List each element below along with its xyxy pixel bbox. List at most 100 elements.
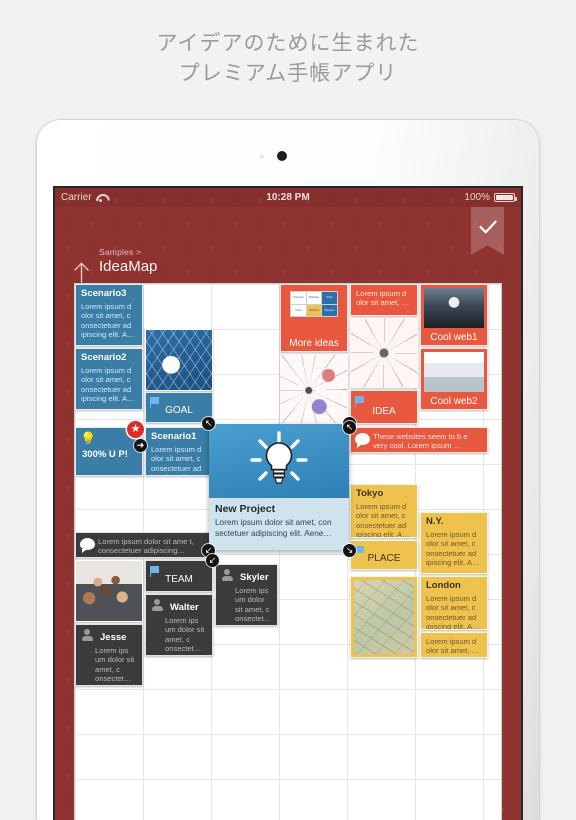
- matrix-cell: Matches: [306, 291, 322, 304]
- card-body: Lorem ipsum d olor sit amet, …: [356, 289, 410, 308]
- matrix-cell: Price: [322, 291, 337, 304]
- front-camera-icon: [277, 151, 287, 161]
- lightbulb-icon: [250, 431, 308, 484]
- card-soccer-image[interactable]: [145, 329, 213, 391]
- device-screen: ✿ ✿ ✿ ✿ ✿ ✿ ✿ ✿ ✿ ✿ Carrier 10:28 PM 100…: [55, 188, 521, 820]
- card-label: GOAL: [165, 405, 193, 416]
- card-yellow-note[interactable]: Lorem ipsum d olor sit amet, …: [420, 632, 488, 658]
- link-arrow-handle[interactable]: ➜: [134, 439, 147, 452]
- soccer-ball-image: [146, 330, 212, 390]
- resize-handle-tl[interactable]: ↖: [202, 417, 215, 430]
- card-jesse[interactable]: Jesse Lorem ips um dolor sit amet, c ons…: [75, 624, 143, 686]
- card-body: Lorem ips um dolor sit amet, c onsectet…: [95, 645, 135, 684]
- card-walter[interactable]: Walter Lorem ips um dolor sit amet, c on…: [145, 594, 213, 656]
- card-red-note[interactable]: Lorem ipsum d olor sit amet, …: [350, 284, 418, 316]
- team-photo-image: [76, 561, 142, 621]
- battery-icon: [494, 193, 517, 202]
- card-title: Scenario3: [81, 288, 127, 299]
- matrix-cell: Matches: [306, 304, 322, 317]
- card-skyler[interactable]: Skyler Lorem ips um dolor sit amet, c on…: [215, 564, 278, 626]
- card-idea[interactable]: IDEA: [350, 390, 418, 424]
- promo-headline: アイデアのために生まれた プレミアム手帳アプリ: [0, 0, 576, 118]
- matrix-cell: Payment: [291, 291, 306, 304]
- card-title: Scenario2: [81, 352, 127, 363]
- card-comment-red[interactable]: These websites seem to b e very cool. Lo…: [350, 427, 488, 453]
- card-body: These websites seem to b e very cool. Lo…: [373, 432, 468, 451]
- up-arrow-icon[interactable]: [73, 261, 90, 283]
- breadcrumb: Samples > IdeaMap: [73, 247, 158, 283]
- status-bar: Carrier 10:28 PM 100%: [55, 188, 521, 207]
- comment-bubble-icon: [80, 538, 95, 553]
- mind-map-image: [351, 319, 417, 387]
- card-title: Tokyo: [356, 488, 384, 499]
- card-label: 300% U P!: [82, 449, 128, 460]
- card-london[interactable]: London Lorem ipsum d olor sit amet, c on…: [420, 576, 488, 630]
- mac-website-screenshot: [424, 288, 484, 328]
- star-badge[interactable]: ★: [127, 421, 144, 438]
- card-team[interactable]: TEAM: [145, 560, 213, 592]
- card-rome-map[interactable]: [350, 576, 418, 658]
- card-title: London: [426, 580, 461, 591]
- card-body: Lorem ips um dolor sit amet, c onsectet…: [165, 615, 205, 654]
- new-project-surface: New Project Lorem ipsum dolor sit amet, …: [209, 424, 349, 550]
- person-icon: [81, 629, 93, 641]
- status-bar-right: 100%: [464, 192, 517, 203]
- card-title: New Project: [215, 503, 276, 515]
- card-title: N.Y.: [426, 516, 444, 527]
- card-scenario2[interactable]: Scenario2 Lorem ipsum d olor sit amet, c…: [75, 348, 143, 410]
- ipad-device-frame: ✿ ✿ ✿ ✿ ✿ ✿ ✿ ✿ ✿ ✿ Carrier 10:28 PM 100…: [37, 120, 539, 820]
- card-body: Lorem ipsum dolor sit ame t, consectetue…: [98, 537, 194, 556]
- card-body: Lorem ipsum d olor sit amet, c onsectetu…: [81, 365, 135, 404]
- card-cool-web2[interactable]: Cool web2: [420, 348, 488, 410]
- battery-percent-label: 100%: [464, 192, 490, 203]
- card-scenario3[interactable]: Scenario3 Lorem ipsum d olor sit amet, c…: [75, 284, 143, 346]
- card-body: Lorem ipsum d olor sit amet, …: [426, 637, 480, 656]
- ambient-sensor-icon: [259, 154, 264, 159]
- card-label: PLACE: [367, 553, 401, 564]
- matrix-cell: Payment: [322, 304, 337, 317]
- card-title: Skyler: [240, 572, 269, 583]
- matrix-grid: Payment Matches Price Price Matches Paym…: [290, 290, 338, 318]
- card-label: TEAM: [165, 574, 193, 585]
- card-scenario1[interactable]: Scenario1 Lorem ipsum d olor sit amet, c…: [145, 427, 213, 476]
- card-label: IDEA: [372, 406, 396, 417]
- lightbulb-image: [209, 424, 349, 498]
- promo-line-2: プレミアム手帳アプリ: [178, 62, 398, 85]
- card-body: Lorem ipsum d olor sit amet, c onsectetu…: [81, 301, 135, 340]
- new-project-text: New Project Lorem ipsum dolor sit amet, …: [209, 498, 349, 550]
- person-icon: [151, 599, 163, 611]
- comment-bubble-icon: [355, 433, 370, 448]
- card-body: Lorem ipsum d olor sit amet, c onsectetu…: [426, 593, 480, 630]
- card-title: Scenario1: [151, 431, 197, 442]
- card-label: Cool web1: [430, 332, 478, 343]
- person-icon: [221, 569, 233, 581]
- mind-map-image: [281, 355, 347, 423]
- card-tokyo[interactable]: Tokyo Lorem ipsum d olor sit amet, c ons…: [350, 484, 418, 538]
- card-body: Lorem ipsum d olor sit amet, c onsectetu…: [356, 501, 410, 538]
- card-comment-dark[interactable]: Lorem ipsum dolor sit ame t, consectetue…: [75, 532, 213, 558]
- matrix-cell: Price: [291, 304, 306, 317]
- card-body: Lorem ipsum d olor sit amet, c onsectetu…: [426, 529, 480, 568]
- card-label: Cool web2: [430, 396, 478, 407]
- card-ny[interactable]: N.Y. Lorem ipsum d olor sit amet, c onse…: [420, 512, 488, 574]
- checkmark-icon: [478, 220, 497, 234]
- status-bar-time: 10:28 PM: [266, 192, 310, 203]
- card-place[interactable]: PLACE: [350, 540, 418, 570]
- card-body: Lorem ips um dolor sit amet, c onsectet…: [235, 585, 272, 624]
- card-body: Lorem ipsum d olor sit amet, c onsectetu…: [151, 444, 205, 475]
- breadcrumb-parent[interactable]: Samples >: [99, 247, 157, 257]
- card-team-photo[interactable]: [75, 560, 143, 622]
- card-mindmap-large[interactable]: [350, 318, 418, 388]
- resize-handle-br[interactable]: ↙: [206, 554, 219, 567]
- card-title: Jesse: [100, 632, 127, 643]
- card-more-ideas[interactable]: Payment Matches Price Price Matches Paym…: [280, 284, 348, 352]
- page-title: IdeaMap: [99, 258, 158, 275]
- resize-handle-tl[interactable]: ↖: [343, 421, 356, 434]
- idea-map-canvas[interactable]: Scenario3 Lorem ipsum d olor sit amet, c…: [74, 283, 502, 820]
- resize-handle-br[interactable]: ↘: [343, 544, 356, 557]
- card-cool-web1[interactable]: Cool web1: [420, 284, 488, 346]
- promo-line-1: アイデアのために生まれた: [156, 32, 420, 55]
- card-new-project[interactable]: New Project Lorem ipsum dolor sit amet, …: [202, 417, 356, 557]
- card-title: Walter: [170, 602, 199, 613]
- card-mindmap-pink[interactable]: [280, 354, 348, 424]
